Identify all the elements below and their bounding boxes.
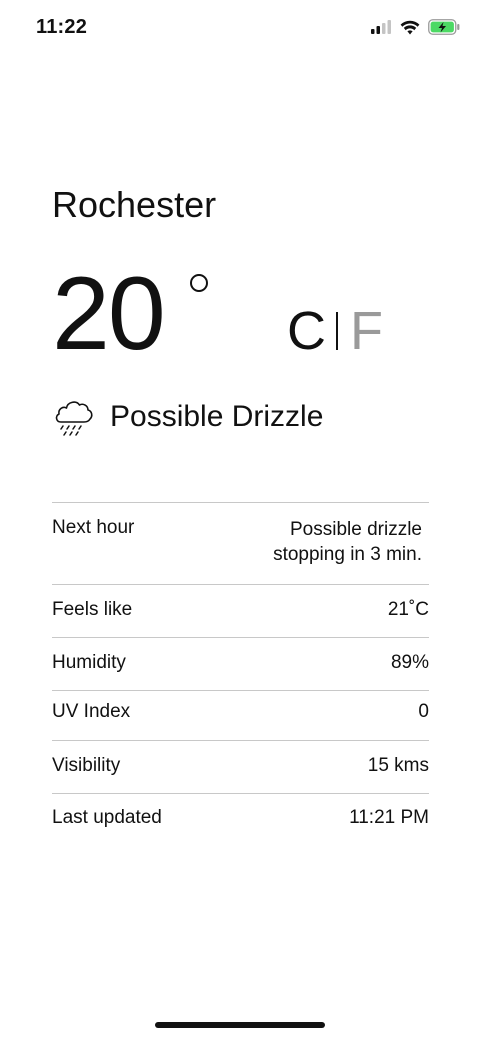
battery-charging-icon [428,19,460,35]
unit-toggle: C F [287,304,383,358]
detail-row-humidity: Humidity 89% [52,637,429,690]
detail-label: Humidity [52,652,126,673]
detail-label: UV Index [52,701,131,722]
unit-fahrenheit-button[interactable]: F [350,304,383,358]
detail-label: Last updated [52,807,162,828]
cellular-signal-icon [371,20,391,34]
weather-details: Next hour Possible drizzle stopping in 3… [52,502,429,846]
condition-text: Possible Drizzle [110,400,324,433]
detail-value-line: Possible drizzle [290,519,422,540]
detail-row-visibility: Visibility 15 kms [52,740,429,793]
unit-celsius-button[interactable]: C [287,304,326,358]
detail-value: 11:21 PM [349,807,429,828]
wifi-icon [400,20,420,34]
weather-condition: Possible Drizzle [52,395,323,439]
detail-label: Visibility [52,755,121,776]
detail-value: 15 kms [367,755,429,776]
detail-value: 21˚C [387,599,429,620]
detail-row-feels-like: Feels like 21˚C [52,584,429,637]
detail-value-line: stopping in 3 min. [273,544,422,565]
detail-value: 89% [390,652,429,673]
detail-value: 0 [418,701,429,722]
cloud-drizzle-icon [55,401,93,436]
detail-row-uv-index: UV Index 0 [52,690,429,740]
home-indicator[interactable] [155,1022,325,1028]
unit-separator [336,312,338,350]
city-name: Rochester [52,184,217,225]
status-time: 11:22 [36,16,88,38]
degree-symbol [190,274,208,292]
detail-label: Feels like [52,599,133,620]
detail-label: Next hour [52,517,135,538]
detail-row-next-hour: Next hour Possible drizzle stopping in 3… [52,502,429,584]
status-bar: 11:22 [0,0,480,58]
temperature-value: 20 [52,256,166,372]
detail-value: Possible drizzle stopping in 3 min. [273,517,429,567]
status-icons [370,19,460,35]
detail-row-last-updated: Last updated 11:21 PM [52,793,429,846]
